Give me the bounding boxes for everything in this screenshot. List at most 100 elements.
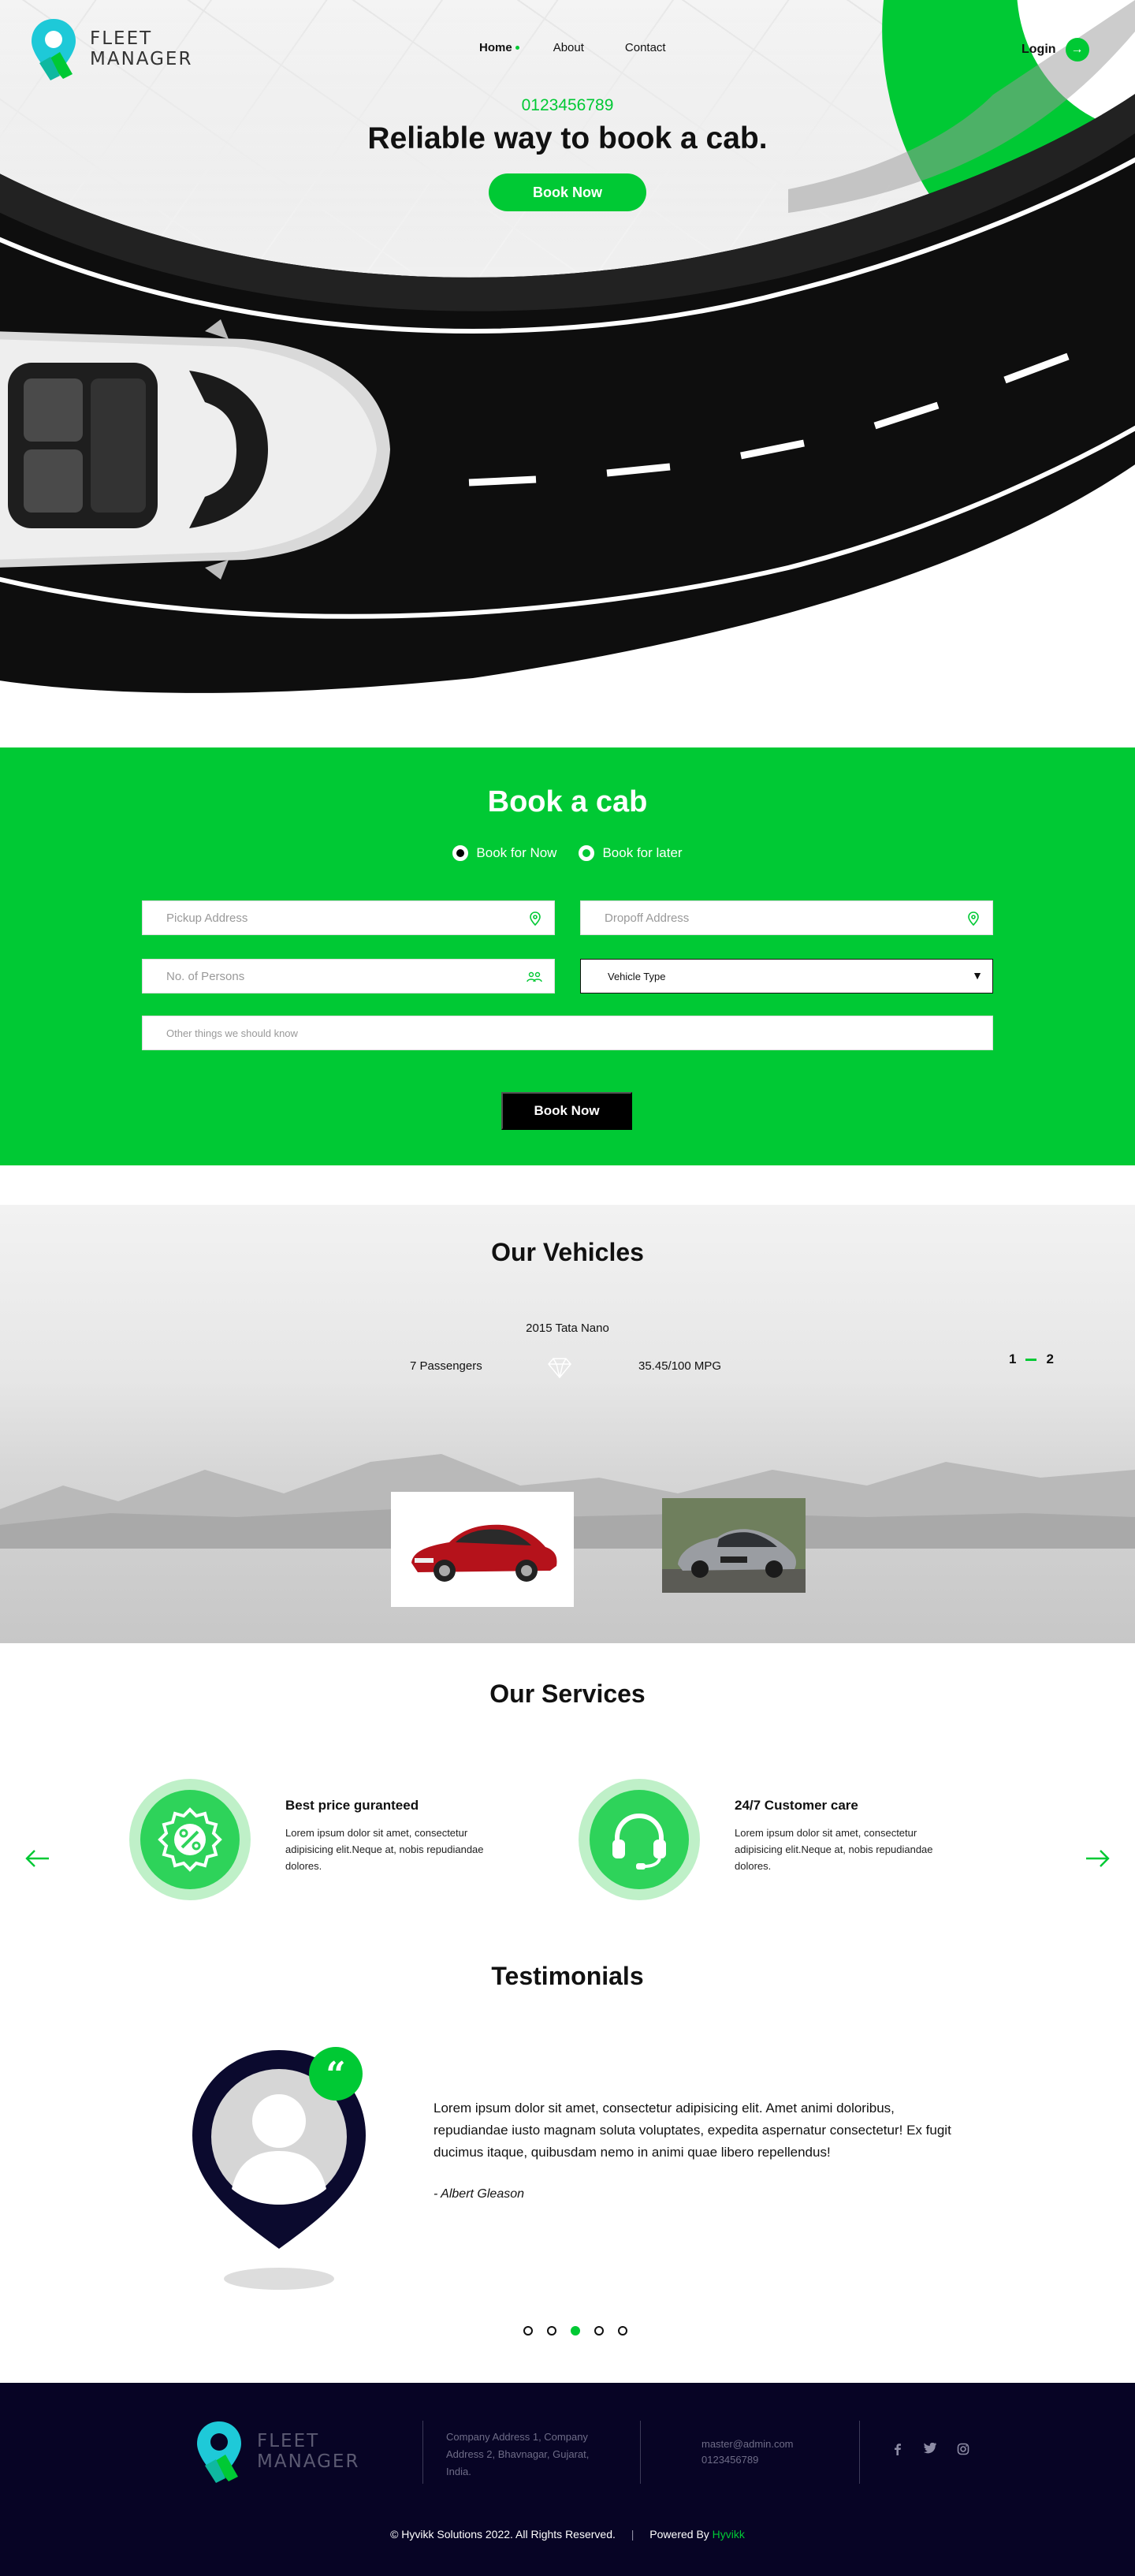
book-now-radio-label: Book for Now <box>476 845 557 860</box>
map-pin-icon <box>530 911 541 926</box>
notes-placeholder: Other things we should know <box>166 1027 298 1039</box>
testimonial-dot-5[interactable] <box>618 2326 627 2336</box>
hero-section: FLEET MANAGER Home About Contact Login →… <box>0 0 1135 710</box>
book-later-radio-label: Book for later <box>602 845 683 860</box>
footer-social-links <box>892 2443 969 2455</box>
notes-textarea[interactable]: Other things we should know <box>142 1016 993 1050</box>
nav-home-link[interactable]: Home <box>479 41 519 54</box>
persons-placeholder: No. of Persons <box>166 969 245 983</box>
pickup-placeholder: Pickup Address <box>166 911 248 925</box>
powered-by-brand-link[interactable]: Hyvikk <box>713 2528 745 2541</box>
quote-mark-icon: “ <box>326 2055 345 2095</box>
pager-page-1[interactable]: 1 <box>1009 1351 1016 1367</box>
testimonial-dot-3-active[interactable] <box>571 2326 580 2336</box>
service-text: Lorem ipsum dolor sit amet, consectetur … <box>735 1827 933 1872</box>
nav-contact-link[interactable]: Contact <box>625 41 666 54</box>
book-now-radio[interactable]: Book for Now <box>452 845 556 861</box>
booking-title: Book a cab <box>487 785 648 818</box>
footer-divider <box>640 2421 641 2484</box>
footer-copyright-bar: © Hyvikk Solutions 2022. All Rights Rese… <box>0 2528 1135 2541</box>
nav-about-link[interactable]: About <box>553 41 584 54</box>
vehicle-name: 2015 Tata Nano <box>526 1322 609 1335</box>
radio-unchecked-icon <box>579 845 595 861</box>
footer-pipe-divider: | <box>631 2528 634 2541</box>
brand-logo[interactable]: FLEET MANAGER <box>28 16 192 82</box>
radio-checked-icon <box>452 845 469 861</box>
headset-icon <box>612 1813 666 1870</box>
footer: FLEET MANAGER Company Address 1, Company… <box>0 2383 1135 2576</box>
pickup-address-input[interactable]: Pickup Address <box>142 900 555 935</box>
footer-phone[interactable]: 0123456789 <box>701 2452 794 2468</box>
footer-email[interactable]: master@admin.com <box>701 2436 794 2452</box>
vehicle-mpg: 35.45/100 MPG <box>638 1359 722 1373</box>
services-title: Our Services <box>489 1679 646 1708</box>
car-top-view <box>0 319 390 580</box>
chevron-down-icon: ▼ <box>972 969 983 982</box>
footer-brand-line2: MANAGER <box>257 2451 360 2472</box>
footer-divider <box>859 2421 860 2484</box>
percent-badge-icon <box>158 1807 222 1872</box>
hero-title: Reliable way to book a cab. <box>367 121 768 155</box>
vehicles-title: Our Vehicles <box>491 1238 644 1266</box>
testimonial-dot-4[interactable] <box>594 2326 604 2336</box>
service-card-support: 24/7 Customer care Lorem ipsum dolor sit… <box>579 1779 963 1900</box>
brand-line2: MANAGER <box>90 49 193 69</box>
vehicles-section: Our Vehicles 2015 Tata Nano 7 Passengers… <box>0 1205 1135 1643</box>
hero-phone[interactable]: 0123456789 <box>0 96 1135 115</box>
pager-active-indicator <box>1025 1358 1037 1361</box>
testimonial-quote: Lorem ipsum dolor sit amet, consectetur … <box>434 2101 951 2160</box>
twitter-icon[interactable] <box>924 2443 936 2454</box>
service-title: 24/7 Customer care <box>735 1798 858 1813</box>
testimonial-avatar-pin: “ <box>192 2047 366 2290</box>
booking-submit-button[interactable]: Book Now <box>501 1092 632 1130</box>
vehicle-passengers: 7 Passengers <box>410 1359 482 1373</box>
nav-home-label: Home <box>479 41 512 54</box>
testimonial-author: - Albert Gleason <box>434 2187 525 2201</box>
login-label: Login <box>1022 43 1056 56</box>
footer-logo[interactable]: FLEET MANAGER <box>194 2418 359 2485</box>
map-pin-icon <box>968 911 979 926</box>
main-nav: Home About Contact <box>479 41 666 54</box>
service-icon-ring <box>579 1779 700 1900</box>
silver-coupe-image <box>662 1498 806 1593</box>
service-title: Best price guranteed <box>285 1798 419 1813</box>
powered-by-label: Powered By <box>649 2528 709 2541</box>
arrow-left-icon[interactable] <box>24 1849 50 1868</box>
vehicle-type-select[interactable]: Vehicle Type ▼ <box>580 959 993 993</box>
vehicle-thumbnail-silver-coupe[interactable] <box>662 1498 806 1593</box>
brand-line1: FLEET <box>90 28 153 49</box>
arrow-right-icon: → <box>1065 38 1089 62</box>
service-card-price: Best price guranteed Lorem ipsum dolor s… <box>129 1779 514 1900</box>
footer-address: Company Address 1, Company Address 2, Bh… <box>446 2431 590 2477</box>
service-icon-ring <box>129 1779 251 1900</box>
vehicle-type-value: Vehicle Type <box>608 970 666 982</box>
footer-contact: master@admin.com 0123456789 <box>701 2436 794 2468</box>
login-button[interactable]: Login → <box>1022 38 1089 62</box>
service-text: Lorem ipsum dolor sit amet, consectetur … <box>285 1827 484 1872</box>
testimonials-title: Testimonials <box>491 1962 644 1990</box>
footer-brand-line1: FLEET <box>257 2431 320 2451</box>
location-pin-logo-icon <box>32 19 76 80</box>
dropoff-placeholder: Dropoff Address <box>605 911 690 925</box>
persons-input[interactable]: No. of Persons <box>142 959 555 993</box>
booking-section: Book a cab Book for Now Book for later P… <box>0 747 1135 1165</box>
instagram-icon[interactable] <box>957 2443 969 2455</box>
book-later-radio[interactable]: Book for later <box>579 845 683 861</box>
vehicles-pager: 1 2 <box>1009 1351 1054 1367</box>
testimonial-dot-1[interactable] <box>523 2326 533 2336</box>
dropoff-address-input[interactable]: Dropoff Address <box>580 900 993 935</box>
hero-book-now-button[interactable]: Book Now <box>489 173 646 211</box>
location-pin-logo-icon <box>197 2421 241 2483</box>
arrow-right-icon[interactable] <box>1085 1849 1111 1868</box>
footer-divider <box>422 2421 423 2484</box>
vehicle-thumbnail-red-sedan[interactable] <box>391 1492 574 1607</box>
pager-page-2[interactable]: 2 <box>1046 1351 1053 1367</box>
booking-time-options: Book for Now Book for later <box>0 845 1135 861</box>
copyright-text: © Hyvikk Solutions 2022. All Rights Rese… <box>390 2528 616 2541</box>
testimonial-dot-2[interactable] <box>547 2326 556 2336</box>
group-icon <box>527 971 542 982</box>
facebook-icon[interactable] <box>892 2443 903 2455</box>
red-sedan-image <box>411 1524 557 1582</box>
testimonial-dots <box>523 2326 627 2336</box>
diamond-icon <box>548 1358 571 1379</box>
